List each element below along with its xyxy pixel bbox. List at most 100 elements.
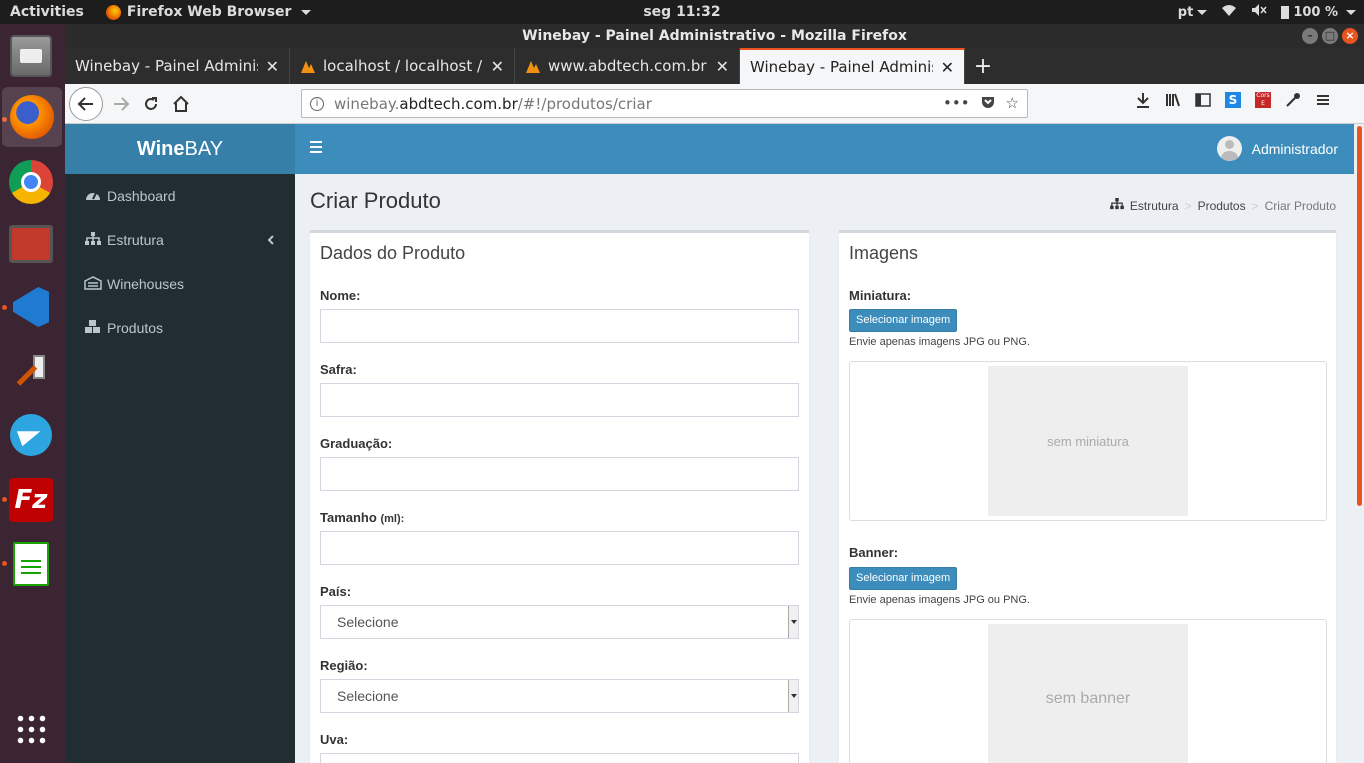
back-button[interactable]	[69, 87, 103, 121]
filezilla-icon: Fz	[9, 478, 53, 522]
building-icon	[83, 275, 103, 293]
forward-button[interactable]	[107, 90, 135, 118]
language-indicator[interactable]: pt	[1178, 5, 1208, 20]
maximize-button[interactable]: □	[1322, 28, 1338, 44]
library-icon[interactable]	[1165, 92, 1181, 112]
pais-select-value: Selecione	[337, 614, 399, 630]
dock-files[interactable]	[6, 31, 56, 81]
breadcrumb-separator: >	[1251, 198, 1259, 213]
paintbrush-icon	[11, 351, 51, 391]
select-banner-button[interactable]: Selecionar imagem	[849, 567, 958, 590]
scrollbar-thumb[interactable]	[1357, 126, 1362, 506]
pais-select[interactable]: Selecione	[320, 605, 799, 639]
screen: Activities Firefox Web Browser seg 11:32…	[0, 0, 1364, 763]
bookmark-star-icon[interactable]: ☆	[1006, 94, 1019, 114]
sidebar: Dashboard Estrutura Winehouses Produtos	[65, 174, 295, 763]
logo-bold: Wine	[136, 138, 185, 160]
new-tab-button[interactable]: +	[965, 48, 1001, 84]
reload-icon	[145, 97, 157, 110]
uva-input[interactable]	[320, 753, 799, 763]
graduacao-input[interactable]	[320, 457, 799, 491]
select-miniatura-button[interactable]: Selecionar imagem	[849, 309, 958, 332]
tab-winebay-active[interactable]: Winebay - Painel Administrativo ✕	[740, 48, 965, 84]
sidebar-item-label: Dashboard	[107, 188, 176, 204]
breadcrumb-item-current: Criar Produto	[1264, 198, 1336, 213]
reload-button[interactable]	[137, 90, 165, 118]
extension-s-icon[interactable]: S	[1225, 92, 1241, 108]
tab-label: Winebay - Painel Administrativo	[750, 58, 933, 76]
system-tray[interactable]: pt 100 %	[1178, 0, 1356, 24]
minimize-button[interactable]: –	[1302, 28, 1318, 44]
arrow-right-icon	[114, 97, 130, 111]
download-icon[interactable]	[1135, 92, 1151, 112]
dock-libreoffice-calc[interactable]	[6, 539, 56, 589]
tamanho-label: Tamanho (ml):	[320, 510, 404, 525]
dock-filezilla[interactable]: Fz	[6, 475, 56, 525]
close-tab-icon[interactable]: ✕	[266, 57, 279, 76]
nome-input[interactable]	[320, 309, 799, 343]
url-bar[interactable]: i winebay. abdtech.com.br/#!/produtos/cri…	[301, 89, 1028, 118]
dock-terminal[interactable]	[6, 219, 56, 269]
chevron-down-icon	[1197, 9, 1208, 15]
tamanho-input[interactable]	[320, 531, 799, 565]
breadcrumb-separator: >	[1184, 198, 1192, 213]
sidebar-item-dashboard[interactable]: Dashboard	[65, 174, 295, 218]
breadcrumb-item-estrutura[interactable]: Estrutura	[1130, 199, 1179, 213]
uva-label: Uva:	[320, 732, 349, 747]
url-path: /#!/produtos/criar	[517, 94, 652, 113]
window-controls: – □ ×	[1302, 28, 1358, 44]
safra-input[interactable]	[320, 383, 799, 417]
box-title: Imagens	[849, 243, 919, 263]
close-tab-icon[interactable]: ✕	[716, 57, 729, 76]
graduacao-label: Graduação:	[320, 436, 393, 451]
tab-phpmyadmin-localhost[interactable]: localhost / localhost / winebay ✕	[290, 48, 515, 84]
pocket-icon[interactable]	[980, 94, 996, 114]
activities-button[interactable]: Activities	[10, 4, 84, 20]
navigation-toolbar: i winebay. abdtech.com.br/#!/produtos/cri…	[65, 84, 1364, 124]
toolbar-icons: S Cors E	[1135, 92, 1331, 112]
user-name: Administrador	[1251, 140, 1338, 157]
close-window-button[interactable]: ×	[1342, 28, 1358, 44]
page-scrollbar[interactable]	[1354, 124, 1364, 763]
cubes-icon	[83, 319, 103, 337]
language-label: pt	[1177, 4, 1194, 20]
wifi-icon	[1221, 3, 1237, 21]
chevron-down-icon	[788, 606, 798, 638]
miniatura-placeholder: sem miniatura	[988, 366, 1188, 516]
sidebar-toggle[interactable]	[309, 138, 323, 159]
tab-winebay-1[interactable]: Winebay - Painel Administrativo ✕	[65, 48, 290, 84]
chevron-down-icon	[301, 9, 312, 15]
dock-vscode[interactable]	[6, 282, 56, 332]
regiao-select[interactable]: Selecione	[320, 679, 799, 713]
pais-label: País:	[320, 584, 352, 599]
breadcrumb-item-produtos[interactable]: Produtos	[1198, 199, 1246, 213]
sidebar-item-produtos[interactable]: Produtos	[65, 306, 295, 350]
page-actions-icon[interactable]: •••	[943, 94, 970, 114]
window-title: Winebay - Painel Administrativo - Mozill…	[522, 28, 907, 44]
tab-phpmyadmin-abdtech[interactable]: www.abdtech.com.br / localhost ✕	[515, 48, 740, 84]
app-logo[interactable]: WineBAY	[65, 124, 295, 174]
sidebar-item-estrutura[interactable]: Estrutura	[65, 218, 295, 262]
close-tab-icon[interactable]: ✕	[941, 58, 954, 77]
logo-rest: BAY	[184, 138, 224, 160]
dock-show-apps[interactable]	[6, 704, 56, 754]
avatar	[1216, 136, 1242, 161]
battery-indicator[interactable]: 100 %	[1281, 5, 1356, 20]
phpmyadmin-icon	[300, 58, 316, 74]
dock-firefox[interactable]	[2, 87, 62, 147]
app-header: Administrador	[295, 124, 1354, 174]
dock-paint[interactable]	[6, 346, 56, 396]
close-tab-icon[interactable]: ✕	[491, 57, 504, 76]
telegram-icon	[10, 414, 52, 456]
home-button[interactable]	[167, 90, 195, 118]
extension-cors-icon[interactable]: Cors E	[1255, 92, 1271, 108]
dock-chrome[interactable]	[6, 157, 56, 207]
user-menu[interactable]: Administrador	[1216, 136, 1338, 161]
app-menu[interactable]: Firefox Web Browser	[105, 4, 312, 20]
menu-icon[interactable]	[1315, 92, 1331, 112]
sidebar-item-winehouses[interactable]: Winehouses	[65, 262, 295, 306]
dock-telegram[interactable]	[6, 410, 56, 460]
info-icon[interactable]: i	[310, 96, 324, 111]
eyedropper-icon[interactable]	[1285, 92, 1301, 112]
sidebar-icon[interactable]	[1195, 92, 1211, 112]
